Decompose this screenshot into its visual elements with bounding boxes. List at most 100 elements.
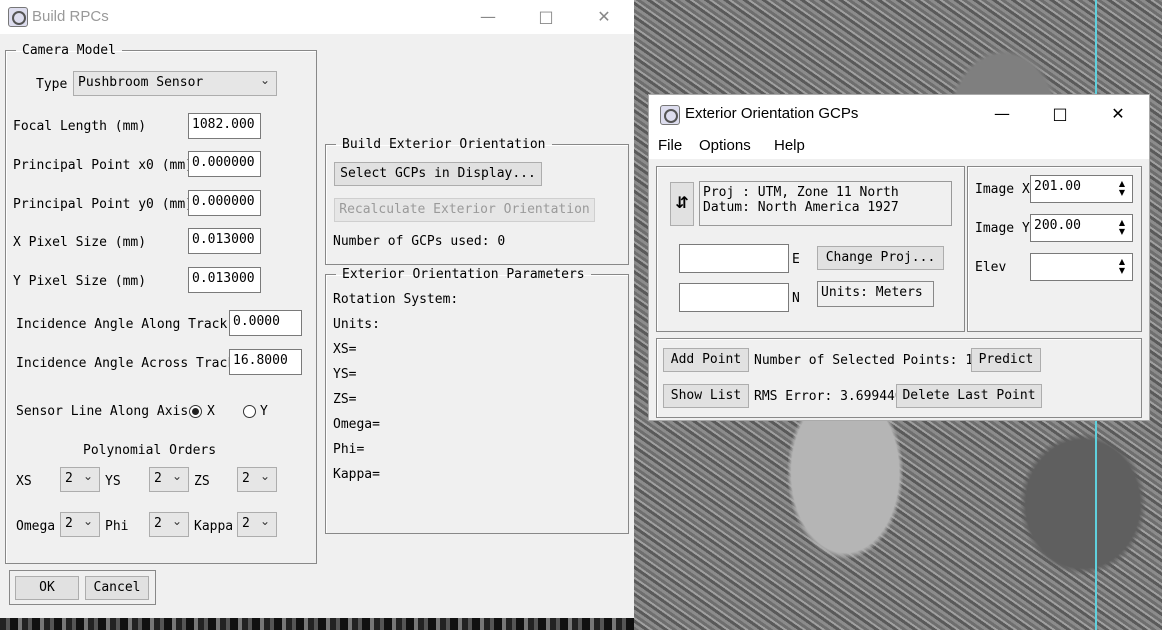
exterior-orientation-params-legend: Exterior Orientation Parameters (342, 267, 585, 282)
elev-input[interactable]: ▲ ▼ (1030, 253, 1133, 281)
type-label: Type (36, 77, 68, 92)
units-label: Units: (333, 317, 380, 332)
rotation-system-label: Rotation System: (333, 292, 459, 307)
zs-order-select[interactable]: 2 ⌄ (237, 467, 277, 492)
image-x-label: Image X (975, 182, 1030, 197)
gcp-title-bar[interactable]: Exterior Orientation GCPs — □ ✕ (649, 95, 1149, 131)
sensor-line-label: Sensor Line Along Axis (16, 404, 189, 419)
projection-line: Proj : UTM, Zone 11 North (703, 185, 899, 200)
easting-label: E (792, 252, 800, 267)
camera-type-value: Pushbroom Sensor (78, 75, 204, 90)
incidence-along-label: Incidence Angle Along Track (16, 317, 228, 332)
incidence-along-input[interactable]: 0.0000 (229, 310, 302, 336)
incidence-across-label: Incidence Angle Across Track (16, 356, 236, 371)
radio-y-label: Y (260, 404, 268, 419)
y-pixel-size-label: Y Pixel Size (mm) (13, 274, 147, 289)
title-bar[interactable]: Build RPCs — □ ✕ (0, 0, 634, 34)
camera-type-select[interactable]: Pushbroom Sensor ⌄ (73, 71, 277, 96)
ys-param: YS= (333, 367, 357, 382)
northing-input[interactable] (679, 283, 789, 312)
select-gcps-button[interactable]: Select GCPs in Display... (334, 162, 542, 186)
phi-label: Phi (105, 519, 129, 534)
bottom-image-strip (0, 618, 634, 630)
ys-label: YS (105, 474, 121, 489)
menu-file[interactable]: File (658, 137, 682, 154)
minimize-icon[interactable]: — (476, 6, 500, 28)
kappa-order-value: 2 (242, 516, 250, 531)
kappa-label: Kappa (194, 519, 234, 534)
x-pixel-size-label: X Pixel Size (mm) (13, 235, 147, 250)
xs-order-select[interactable]: 2 ⌄ (60, 467, 100, 492)
window-title: Build RPCs (32, 8, 109, 25)
zs-label: ZS (194, 474, 210, 489)
chevron-down-icon: ⌄ (171, 514, 182, 528)
omega-order-value: 2 (65, 516, 73, 531)
xs-param: XS= (333, 342, 357, 357)
menu-help[interactable]: Help (774, 137, 805, 154)
principal-point-x0-label: Principal Point x0 (mm) (13, 158, 194, 173)
image-y-value: 200.00 (1034, 218, 1081, 233)
close-icon[interactable]: ✕ (1106, 103, 1130, 125)
recalculate-exterior-button[interactable]: Recalculate Exterior Orientation (334, 198, 595, 222)
spinner-arrows-icon[interactable]: ▲ ▼ (1115, 257, 1129, 277)
gcp-window-title: Exterior Orientation GCPs (685, 105, 859, 122)
omega-param: Omega= (333, 417, 380, 432)
swap-arrows-icon[interactable]: ⇵ (670, 182, 694, 226)
phi-order-value: 2 (154, 516, 162, 531)
radio-y[interactable] (243, 405, 256, 418)
datum-line: Datum: North America 1927 (703, 200, 899, 215)
y-pixel-size-input[interactable]: 0.013000 (188, 267, 261, 293)
principal-point-x0-input[interactable]: 0.000000 (188, 151, 261, 177)
chevron-down-icon: ⌄ (82, 469, 93, 483)
chevron-down-icon: ⌄ (259, 73, 270, 87)
delete-last-point-button[interactable]: Delete Last Point (896, 384, 1042, 408)
chevron-down-icon: ⌄ (259, 469, 270, 483)
phi-param: Phi= (333, 442, 365, 457)
add-point-button[interactable]: Add Point (663, 348, 749, 372)
elev-label: Elev (975, 260, 1007, 275)
principal-point-y0-input[interactable]: 0.000000 (188, 190, 261, 216)
ys-order-select[interactable]: 2 ⌄ (149, 467, 189, 492)
radio-x[interactable] (189, 405, 202, 418)
predict-button[interactable]: Predict (971, 348, 1041, 372)
build-rpcs-window: Build RPCs — □ ✕ Camera Model Type Pushb… (0, 0, 634, 618)
polynomial-orders-label: Polynomial Orders (83, 443, 217, 458)
projection-info-box: Proj : UTM, Zone 11 North Datum: North A… (699, 181, 952, 226)
chevron-down-icon: ⌄ (259, 514, 270, 528)
menu-options[interactable]: Options (699, 137, 751, 154)
camera-model-legend: Camera Model (22, 43, 116, 58)
chevron-down-icon: ⌄ (82, 514, 93, 528)
cancel-button[interactable]: Cancel (85, 576, 149, 600)
omega-order-select[interactable]: 2 ⌄ (60, 512, 100, 537)
zs-param: ZS= (333, 392, 357, 407)
menu-bar: File Options Help (649, 131, 1149, 159)
phi-order-select[interactable]: 2 ⌄ (149, 512, 189, 537)
app-icon (8, 7, 28, 27)
focal-length-input[interactable]: 1082.000 (188, 113, 261, 139)
spinner-arrows-icon[interactable]: ▲ ▼ (1115, 218, 1129, 238)
xs-label: XS (16, 474, 32, 489)
build-exterior-orientation-legend: Build Exterior Orientation (342, 137, 546, 152)
show-list-button[interactable]: Show List (663, 384, 749, 408)
num-selected-points: Number of Selected Points: 12 (754, 353, 981, 368)
x-pixel-size-input[interactable]: 0.013000 (188, 228, 261, 254)
maximize-icon[interactable]: □ (1048, 103, 1072, 125)
radio-x-label: X (207, 404, 215, 419)
ok-button[interactable]: OK (15, 576, 79, 600)
ys-order-value: 2 (154, 471, 162, 486)
num-gcps-used: Number of GCPs used: 0 (333, 234, 506, 249)
maximize-icon[interactable]: □ (534, 6, 558, 28)
principal-point-y0-label: Principal Point y0 (mm) (13, 197, 194, 212)
kappa-order-select[interactable]: 2 ⌄ (237, 512, 277, 537)
image-y-input[interactable]: 200.00 ▲ ▼ (1030, 214, 1133, 242)
close-icon[interactable]: ✕ (592, 6, 616, 28)
image-x-input[interactable]: 201.00 ▲ ▼ (1030, 175, 1133, 203)
change-proj-button[interactable]: Change Proj... (817, 246, 944, 270)
spinner-arrows-icon[interactable]: ▲ ▼ (1115, 179, 1129, 199)
image-x-value: 201.00 (1034, 179, 1081, 194)
minimize-icon[interactable]: — (990, 103, 1014, 125)
exterior-orientation-params-group: Exterior Orientation Parameters (325, 267, 629, 534)
xs-order-value: 2 (65, 471, 73, 486)
incidence-across-input[interactable]: 16.8000 (229, 349, 302, 375)
easting-input[interactable] (679, 244, 789, 273)
